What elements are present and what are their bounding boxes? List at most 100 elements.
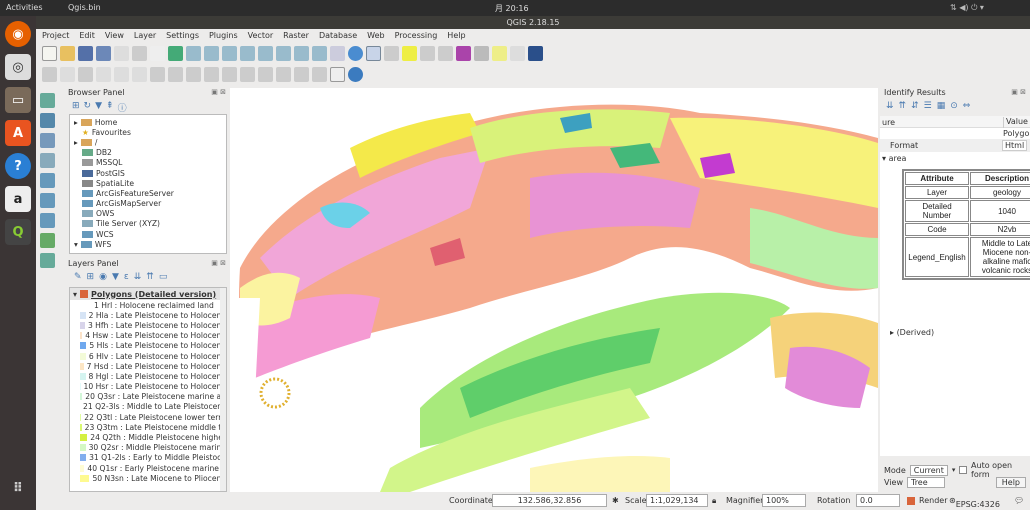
add-wcs-icon[interactable]	[40, 193, 55, 208]
legend-item[interactable]: 1 Hrl : Holocene reclaimed land	[80, 300, 226, 310]
paste-icon[interactable]	[204, 66, 219, 82]
zoom-layer-icon[interactable]	[276, 45, 291, 61]
add-wms-icon[interactable]	[40, 173, 55, 188]
messages-icon[interactable]: 💬︎	[1014, 496, 1024, 505]
menu-project[interactable]: Project	[42, 29, 69, 43]
qgis-icon[interactable]: Q	[5, 219, 31, 245]
panel-float-close-icons[interactable]: ▣ ⊠	[1011, 88, 1026, 96]
new-shapefile-icon[interactable]	[40, 253, 55, 268]
new-project-icon[interactable]	[42, 45, 57, 61]
save-edits-icon[interactable]	[78, 66, 93, 82]
expand-icon[interactable]: ⇊	[886, 101, 894, 111]
collapse-icon[interactable]: ⇈	[899, 101, 907, 111]
zoom-next-icon[interactable]	[312, 45, 327, 61]
zoom-native-icon[interactable]	[222, 45, 237, 61]
expand-new-icon[interactable]: ⇵	[911, 101, 919, 111]
legend-item[interactable]: 3 Hfh : Late Pleistocene to Holocene	[80, 320, 226, 330]
visibility-icon[interactable]: ◉	[99, 272, 107, 282]
menu-help[interactable]: Help	[447, 29, 465, 43]
show-apps-icon[interactable]: ⠿	[5, 475, 31, 501]
legend-item[interactable]: 22 Q3tl : Late Pleistocene lower terra	[80, 412, 226, 422]
browser-item-ows[interactable]: OWS	[74, 209, 226, 219]
delete-selected-icon[interactable]	[150, 66, 165, 82]
software-center-icon[interactable]: A	[5, 120, 31, 146]
remove-layer-icon[interactable]: ▭	[159, 272, 168, 282]
browser-item-home[interactable]: ▸ Home	[74, 117, 226, 127]
toggle-editing-icon[interactable]	[60, 66, 75, 82]
amazon-icon[interactable]: a	[5, 186, 31, 212]
new-map-view-icon[interactable]	[330, 45, 345, 61]
coordinate-field[interactable]: 132.586,32.856	[492, 494, 607, 507]
properties-icon[interactable]: ⓘ	[118, 101, 127, 114]
layer-group-polygons[interactable]: ▾ Polygons (Detailed version)	[70, 288, 226, 300]
add-spatialite-icon[interactable]	[40, 153, 55, 168]
filter-icon[interactable]: ▼	[95, 101, 102, 114]
menu-vector[interactable]: Vector	[248, 29, 274, 43]
files-icon[interactable]: ▭	[5, 87, 31, 113]
auto-open-checkbox[interactable]	[959, 466, 968, 474]
menu-plugins[interactable]: Plugins	[209, 29, 238, 43]
legend-item[interactable]: 7 Hsd : Late Pleistocene to Holocene	[80, 361, 226, 371]
browser-item-postgis[interactable]: PostGIS	[74, 168, 226, 178]
show-labels-icon[interactable]	[258, 66, 273, 82]
browser-tree[interactable]: ▸ Home ★ Favourites ▸ / DB2 MSSQL PostGIS…	[69, 114, 227, 254]
expand-all-icon[interactable]: ⇊	[134, 272, 142, 282]
menu-settings[interactable]: Settings	[166, 29, 199, 43]
expression-filter-icon[interactable]: ε	[124, 272, 129, 282]
legend-item[interactable]: 10 Hsr : Late Pleistocene to Holocene	[80, 382, 226, 392]
current-edits-icon[interactable]	[42, 66, 57, 82]
identify-row-area[interactable]: ▾ area	[880, 152, 1030, 164]
zoom-selection-icon[interactable]	[258, 45, 273, 61]
move-feature-icon[interactable]	[114, 66, 129, 82]
collapse-all-icon[interactable]: ⇞	[106, 101, 114, 114]
add-raster-layer-icon[interactable]	[40, 113, 55, 128]
legend-item[interactable]: 8 Hgl : Late Pleistocene to Holocene	[80, 371, 226, 381]
node-tool-icon[interactable]	[132, 66, 147, 82]
legend-item[interactable]: 30 Q2sr : Middle Pleistocene marine	[80, 443, 226, 453]
composer-manager-icon[interactable]	[132, 45, 147, 61]
browser-item-db2[interactable]: DB2	[74, 148, 226, 158]
system-tray-icons[interactable]: ⇅ ◀) ⏻ ▾	[950, 3, 984, 13]
browser-item-favourites[interactable]: ★ Favourites	[74, 127, 226, 137]
open-project-icon[interactable]	[60, 45, 75, 61]
map-tips-icon[interactable]	[492, 45, 507, 61]
menu-web[interactable]: Web	[367, 29, 384, 43]
attribute-table-icon[interactable]	[420, 45, 435, 61]
identify-tree[interactable]: ureValue Polygon FormatHtml ▾ area Attri…	[880, 116, 1030, 456]
mode-select[interactable]: Current	[909, 464, 948, 476]
add-delimited-text-icon[interactable]	[40, 233, 55, 248]
refresh-icon[interactable]	[348, 45, 363, 61]
browser-item-mssql[interactable]: MSSQL	[74, 158, 226, 168]
browser-item-spatialite[interactable]: SpatiaLite	[74, 178, 226, 188]
firefox-icon[interactable]: ◉	[5, 21, 31, 47]
panel-float-close-icons[interactable]: ▣ ⊠	[211, 88, 226, 96]
add-vector-layer-icon[interactable]	[40, 93, 55, 108]
move-label-icon[interactable]	[276, 66, 291, 82]
statistics-icon[interactable]	[456, 45, 471, 61]
add-wfs-icon[interactable]	[40, 213, 55, 228]
legend-item[interactable]: 40 Q1sr : Early Pleistocene marine a	[80, 463, 226, 473]
save-project-icon[interactable]	[78, 45, 93, 61]
app-menu[interactable]: Qgis.bin	[68, 3, 101, 12]
scale-field[interactable]: 1:1,029,134	[646, 494, 708, 507]
menu-view[interactable]: View	[105, 29, 124, 43]
copy-feature-icon[interactable]: ▦	[937, 101, 946, 111]
help-icon[interactable]: ?	[5, 153, 31, 179]
print-icon[interactable]: ⊙	[950, 101, 958, 111]
help-button[interactable]: Help	[995, 477, 1026, 488]
legend-item[interactable]: 50 N3sn : Late Miocene to Pliocene	[80, 473, 226, 483]
add-group-icon[interactable]: ⊞	[87, 272, 95, 282]
render-checkbox[interactable]	[907, 497, 915, 505]
style-icon[interactable]: ✎	[74, 272, 82, 282]
pan-icon[interactable]	[150, 45, 165, 61]
clock[interactable]: 月 20:16	[495, 3, 529, 14]
view-select[interactable]: Tree	[906, 477, 945, 488]
browser-item-arcgis-map[interactable]: ArcGisMapServer	[74, 199, 226, 209]
activities-button[interactable]: Activities	[6, 3, 43, 12]
extents-toggle-icon[interactable]: ✱	[612, 496, 619, 505]
rotation-field[interactable]: 0.0	[856, 494, 900, 507]
map-canvas[interactable]	[230, 88, 878, 492]
legend-item[interactable]: 31 Q1-2ls : Early to Middle Pleistoce	[80, 453, 226, 463]
identify-row-format[interactable]: Format Html	[880, 139, 1030, 152]
pin-labels-icon[interactable]	[240, 66, 255, 82]
